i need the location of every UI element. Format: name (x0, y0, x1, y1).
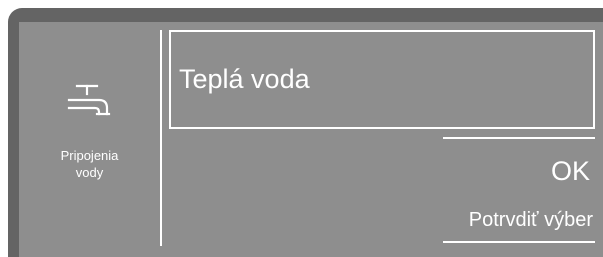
ok-divider-top (443, 137, 595, 139)
ok-button[interactable]: OK Potrvdiť výber (430, 140, 595, 238)
ok-label: OK (550, 156, 590, 186)
selected-option[interactable]: Teplá voda (169, 30, 595, 129)
sidebar-label-line1: Pripojenia (60, 148, 119, 163)
selected-option-label: Teplá voda (179, 64, 310, 94)
confirm-selection-label: Potrvdiť výber (468, 209, 593, 231)
water-tap-icon (67, 84, 111, 116)
vertical-divider (160, 30, 162, 246)
sidebar-item-label: Pripojenia vody (27, 147, 152, 181)
sidebar-label-line2: vody (75, 165, 104, 180)
sidebar-item-water-connections[interactable]: Pripojenia vody (27, 70, 152, 190)
ok-divider-bottom (443, 241, 595, 243)
